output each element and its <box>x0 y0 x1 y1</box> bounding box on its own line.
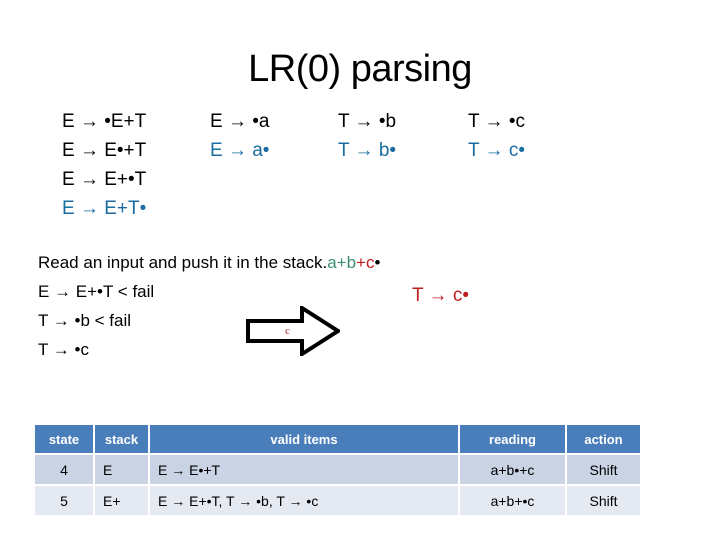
narrative-line: E → E+•T < fail <box>38 282 155 301</box>
itemset-rule-highlighted: E → a• <box>210 140 270 161</box>
cell-action: Shift <box>565 453 642 486</box>
narrative-line: T → •b < fail <box>38 311 132 330</box>
instruction-line: Read an input and push it in the stack.a… <box>38 248 698 277</box>
itemset-rule-highlighted: E → E+T• <box>62 198 147 219</box>
parse-trace-table: state stack valid items reading action 4… <box>33 423 642 517</box>
instruction-text: Read an input and push it in the stack. <box>38 253 328 272</box>
narrative-line: T → •c <box>38 340 89 359</box>
narrative-block: Read an input and push it in the stack.a… <box>38 248 698 364</box>
matched-rule-annotation: T → c• <box>412 285 469 306</box>
cell-state: 5 <box>33 484 95 517</box>
itemset-rule: E → E+•T <box>62 169 147 190</box>
right-arrow-icon <box>246 306 340 356</box>
cell-reading: a+b•+c <box>458 453 567 486</box>
column-header-stack: stack <box>93 423 150 455</box>
itemset-rule: T → •b <box>338 111 397 132</box>
input-cursor-dot: • <box>374 253 381 272</box>
itemset-column-e: E → •E+T E → E•+T E → E+•T E → E+T• <box>62 107 210 223</box>
cell-stack: E <box>93 453 150 486</box>
itemset-rule: E → •a <box>210 111 270 132</box>
cell-valid-items: E → E+•T, T → •b, T → •c <box>148 484 460 517</box>
table-header-row: state stack valid items reading action <box>33 423 642 455</box>
itemset-column-a: E → •a E → a• <box>210 107 338 165</box>
itemset-rule: T → •c <box>468 111 525 132</box>
cell-action: Shift <box>565 484 642 517</box>
cell-state: 4 <box>33 453 95 486</box>
itemset-column-c: T → •c T → c• <box>468 107 598 165</box>
itemset-rule-highlighted: T → b• <box>338 140 397 161</box>
itemset-rule: E → •E+T <box>62 111 147 132</box>
itemset-rule-highlighted: T → c• <box>468 140 525 161</box>
column-header-valid-items: valid items <box>148 423 460 455</box>
itemset-column-b: T → •b T → b• <box>338 107 468 165</box>
table-row: 5 E+ E → E+•T, T → •b, T → •c a+b+•c Shi… <box>33 484 642 517</box>
column-header-reading: reading <box>458 423 567 455</box>
cell-stack: E+ <box>93 484 150 517</box>
input-token-current: +c <box>356 253 375 272</box>
column-header-action: action <box>565 423 642 455</box>
column-header-state: state <box>33 423 95 455</box>
cell-valid-items: E → E•+T <box>148 453 460 486</box>
itemset-rule: E → E•+T <box>62 140 147 161</box>
arrow-label-token: c <box>285 325 290 337</box>
input-token-consumed: a+b <box>327 253 357 272</box>
itemset-grid: E → •E+T E → E•+T E → E+•T E → E+T• E → … <box>62 107 662 223</box>
cell-reading: a+b+•c <box>458 484 567 517</box>
page-title: LR(0) parsing <box>248 48 472 90</box>
table-row: 4 E E → E•+T a+b•+c Shift <box>33 453 642 486</box>
